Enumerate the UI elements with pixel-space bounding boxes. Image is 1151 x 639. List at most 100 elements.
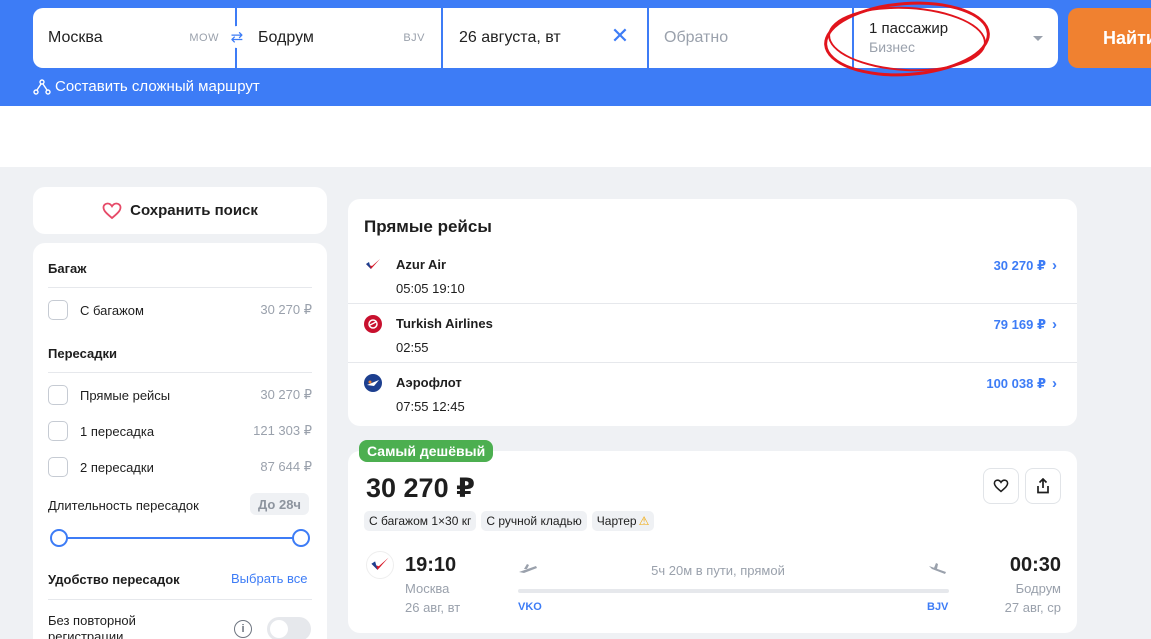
- share-icon: [1037, 478, 1049, 494]
- arrive-city: Бодрум: [1015, 581, 1061, 596]
- slider-handle-max[interactable]: [292, 529, 310, 547]
- flight-times: 05:05 19:10: [396, 281, 465, 296]
- slider-handle-min[interactable]: [50, 529, 68, 547]
- heart-icon: [993, 479, 1009, 493]
- divider: [48, 287, 312, 288]
- to-city: Бодрум: [258, 29, 314, 46]
- flight-route-bar: [518, 589, 949, 593]
- header-strip: [0, 106, 1151, 167]
- chip-charter: Чартер ⚠: [591, 511, 655, 531]
- cheapest-badge: Самый дешёвый: [359, 440, 494, 462]
- direct-flight-row[interactable]: Аэрофлот 07:55 12:45 100 038 ₽ ›: [348, 363, 1077, 422]
- flight-duration: 5ч 20м в пути, прямой: [651, 563, 785, 578]
- search-header: Москва MOW ⇄ Бодрум BJV 26 августа, вт ✕…: [0, 0, 1151, 106]
- price-value: 100 038 ₽: [986, 375, 1046, 391]
- ticket-card[interactable]: 30 270 ₽ С багажом 1×30 кг С ручной клад…: [348, 451, 1077, 633]
- ticket-price: 30 270 ₽: [366, 473, 475, 503]
- aeroflot-logo-icon: [364, 374, 382, 392]
- chip-charter-label: Чартер: [596, 514, 637, 528]
- landing-icon: [928, 562, 948, 579]
- from-code: MOW: [189, 32, 219, 44]
- divider: [48, 599, 312, 600]
- no-rereg-toggle[interactable]: [267, 617, 311, 639]
- chip-hand-luggage: С ручной кладью: [481, 511, 587, 531]
- transfers-heading: Пересадки: [48, 346, 117, 361]
- arrive-time: 00:30: [1009, 554, 1061, 576]
- flight-times: 07:55 12:45: [396, 399, 465, 414]
- transfer-option-one[interactable]: 1 пересадка 121 303 ₽: [48, 420, 312, 442]
- transfer-option-two[interactable]: 2 пересадки 87 644 ₽: [48, 456, 312, 478]
- depart-date: 26 авг, вт: [405, 600, 461, 615]
- baggage-heading: Багаж: [48, 261, 87, 276]
- flight-price[interactable]: 100 038 ₽ ›: [986, 375, 1057, 392]
- complex-route-link[interactable]: Составить сложный маршрут: [33, 78, 260, 95]
- depart-time: 19:10: [405, 554, 457, 576]
- direct-flight-row[interactable]: Azur Air 05:05 19:10 30 270 ₽ ›: [348, 245, 1077, 304]
- save-search-button[interactable]: Сохранить поиск: [33, 187, 327, 234]
- price-value: 79 169 ₽: [993, 316, 1046, 332]
- return-placeholder: Обратно: [664, 29, 729, 46]
- checkbox[interactable]: [48, 385, 68, 405]
- checkbox[interactable]: [48, 300, 68, 320]
- depart-date-field[interactable]: 26 августа, вт ✕: [443, 8, 649, 68]
- no-rereg-label: Без повторной регистрации: [48, 613, 136, 639]
- option-price: 121 303 ₽: [253, 423, 312, 438]
- info-icon[interactable]: i: [234, 620, 252, 638]
- passengers-field[interactable]: 1 пассажир Бизнес: [854, 8, 1058, 68]
- duration-slider-track[interactable]: [58, 537, 302, 539]
- chevron-right-icon: ›: [1052, 316, 1057, 333]
- turkish-airlines-logo-icon: [364, 315, 382, 333]
- flight-price[interactable]: 79 169 ₽ ›: [994, 316, 1057, 333]
- airline-name: Azur Air: [396, 257, 447, 272]
- ticket-features: С багажом 1×30 кг С ручной кладью Чартер…: [364, 511, 655, 531]
- chevron-right-icon: ›: [1052, 257, 1057, 274]
- direct-flight-row[interactable]: Turkish Airlines 02:55 79 169 ₽ ›: [348, 304, 1077, 363]
- select-all-link[interactable]: Выбрать все: [231, 571, 307, 586]
- to-code: BJV: [403, 32, 425, 44]
- complex-route-label: Составить сложный маршрут: [55, 78, 260, 95]
- heart-icon: [102, 202, 122, 219]
- chevron-right-icon: ›: [1052, 375, 1057, 392]
- option-price: 87 644 ₽: [260, 459, 312, 474]
- direct-flights-title: Прямые рейсы: [364, 217, 492, 236]
- favorite-button[interactable]: [983, 468, 1019, 504]
- flight-price[interactable]: 30 270 ₽ ›: [994, 257, 1057, 274]
- search-form: Москва MOW ⇄ Бодрум BJV 26 августа, вт ✕…: [33, 8, 1058, 68]
- find-button[interactable]: Найти: [1068, 8, 1151, 68]
- comfort-heading: Удобство пересадок: [48, 572, 180, 587]
- option-label: 2 пересадки: [80, 459, 154, 475]
- option-label: С багажом: [80, 302, 144, 318]
- direct-flights-card: Прямые рейсы Azur Air 05:05 19:10 30 270…: [348, 199, 1077, 426]
- option-label: 1 пересадка: [80, 423, 155, 439]
- depart-date: 26 августа, вт: [459, 29, 561, 46]
- swap-arrows-icon[interactable]: ⇄: [226, 26, 248, 48]
- cabin-class: Бизнес: [869, 39, 915, 55]
- azur-air-logo-icon: [366, 551, 394, 579]
- transfer-option-direct[interactable]: Прямые рейсы 30 270 ₽: [48, 384, 312, 406]
- return-date-field[interactable]: Обратно: [649, 8, 854, 68]
- dest-code: BJV: [927, 601, 949, 613]
- depart-city: Москва: [405, 581, 450, 596]
- azur-air-logo-icon: [364, 256, 382, 274]
- passengers-count: 1 пассажир: [869, 20, 949, 37]
- chip-baggage: С багажом 1×30 кг: [364, 511, 477, 531]
- share-button[interactable]: [1025, 468, 1061, 504]
- price-value: 30 270 ₽: [993, 257, 1046, 273]
- to-field[interactable]: Бодрум BJV: [237, 8, 443, 68]
- route-icon: [33, 78, 51, 95]
- duration-label: Длительность пересадок: [48, 498, 199, 513]
- save-search-label: Сохранить поиск: [130, 202, 258, 219]
- option-price: 30 270 ₽: [260, 387, 312, 402]
- checkbox[interactable]: [48, 457, 68, 477]
- baggage-option[interactable]: С багажом 30 270 ₽: [48, 299, 312, 321]
- warning-icon: ⚠: [638, 514, 650, 528]
- option-label: Прямые рейсы: [80, 387, 171, 403]
- arrive-date: 27 авг, ср: [1004, 600, 1061, 615]
- airline-name: Turkish Airlines: [396, 316, 493, 331]
- from-city: Москва: [48, 29, 103, 46]
- close-icon[interactable]: ✕: [607, 23, 633, 49]
- divider: [48, 372, 312, 373]
- checkbox[interactable]: [48, 421, 68, 441]
- origin-code: VKO: [518, 601, 542, 613]
- from-field[interactable]: Москва MOW: [33, 8, 237, 68]
